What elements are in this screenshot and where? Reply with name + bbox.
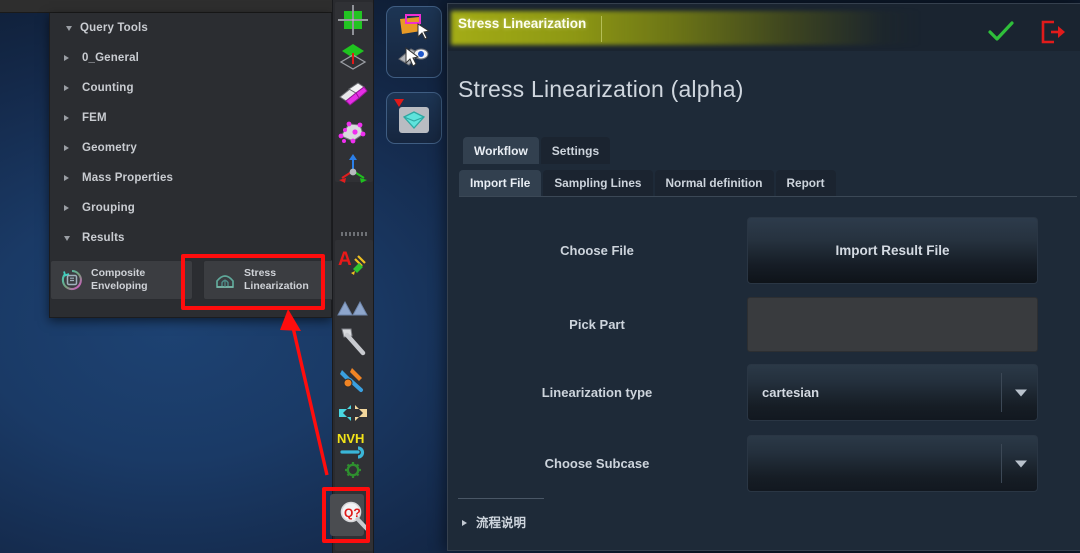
label-choose-subcase: Choose Subcase: [544, 456, 650, 471]
choose-subcase-dropdown[interactable]: [747, 435, 1038, 492]
tree-item-label: Geometry: [82, 142, 137, 154]
tab-normal-definition[interactable]: Normal definition: [654, 170, 774, 196]
chevron-right-icon[interactable]: [64, 205, 82, 211]
chevron-right-icon[interactable]: [64, 175, 82, 181]
tab-sampling-lines[interactable]: Sampling Lines: [543, 170, 653, 196]
tree-item-label: Mass Properties: [82, 172, 174, 184]
footer-separator: [458, 498, 544, 499]
stress-linearization-icon: [213, 268, 237, 292]
surfaces-icon[interactable]: [336, 77, 370, 111]
chevron-down-icon[interactable]: [64, 235, 82, 241]
chevron-right-icon[interactable]: [462, 513, 467, 531]
dropdown-separator: [1001, 373, 1002, 412]
svg-text:A: A: [338, 249, 352, 270]
tree-item-fem[interactable]: FEM: [50, 103, 331, 133]
form-row-choose-subcase: Choose Subcase: [447, 435, 1080, 492]
visualization-ribbon-tab[interactable]: [386, 92, 442, 144]
chevron-right-icon[interactable]: [64, 145, 82, 151]
chevron-right-icon[interactable]: [64, 55, 82, 61]
tree-item-label: Results: [82, 232, 125, 244]
process-description-label: 流程说明: [476, 516, 527, 530]
label-linearization-type: Linearization type: [541, 385, 653, 400]
selection-ribbon-tab[interactable]: [386, 6, 442, 78]
axis-triad-icon[interactable]: [336, 151, 370, 185]
sub-tab-bar: Import File Sampling Lines Normal defini…: [459, 170, 838, 196]
tree-item-label: Grouping: [82, 202, 135, 214]
results-item-group: Composite Enveloping Stress Linearizatio…: [50, 260, 346, 300]
tree-item-label: FEM: [82, 112, 107, 124]
tree-item-0_general[interactable]: 0_General: [50, 43, 331, 73]
chevron-down-icon[interactable]: [1015, 389, 1027, 396]
tree-item-results[interactable]: Results: [50, 223, 331, 253]
choose-subcase-control: [747, 435, 1038, 492]
tab-report[interactable]: Report: [775, 170, 836, 196]
check-icon[interactable]: [988, 21, 1014, 48]
tree-root-label: Query Tools: [80, 22, 148, 34]
tree-item-label: 0_General: [82, 52, 139, 64]
annotation-text-icon[interactable]: A: [336, 246, 370, 280]
pick-part-field[interactable]: [747, 297, 1038, 352]
tree-item-mass-properties[interactable]: Mass Properties: [50, 163, 331, 193]
chevron-right-icon[interactable]: [64, 85, 82, 91]
form-row-linearization-type: Linearization type cartesian: [447, 364, 1080, 421]
tree-item-counting[interactable]: Counting: [50, 73, 331, 103]
sub-tab-underline: [459, 196, 1077, 197]
dialog-title: Stress Linearization: [458, 16, 587, 31]
form-row-choose-file: Choose File Import Result File: [447, 217, 1080, 284]
exit-icon[interactable]: [1040, 20, 1066, 49]
page-title: Stress Linearization (alpha): [458, 76, 744, 102]
orange-plate-cursor-icon: [397, 13, 431, 41]
tab-import-file[interactable]: Import File: [459, 170, 542, 196]
tree-item-label: Counting: [82, 82, 134, 94]
import-result-file-button[interactable]: Import Result File: [747, 217, 1038, 284]
linearization-type-value: cartesian: [762, 385, 820, 400]
linearization-type-dropdown[interactable]: cartesian: [747, 364, 1038, 421]
linearization-type-control: cartesian: [747, 364, 1038, 421]
annotation-arrow: [280, 309, 329, 476]
menu-item-stress-linearization[interactable]: Stress Linearization: [203, 260, 346, 300]
tab-workflow[interactable]: Workflow: [463, 137, 539, 164]
pick-part-control: [747, 297, 1038, 352]
tree-item-geometry[interactable]: Geometry: [50, 133, 331, 163]
label-pick-part: Pick Part: [569, 317, 625, 332]
menu-item-label: Stress Linearization: [244, 267, 309, 292]
red-triangle-marker-icon: [393, 95, 405, 113]
chevron-down-icon[interactable]: [58, 25, 80, 31]
form-row-pick-part: Pick Part: [447, 297, 1080, 352]
title-separator: [601, 16, 602, 42]
import-result-file-control: Import Result File: [747, 217, 1038, 284]
label-choose-file: Choose File: [560, 243, 634, 258]
move-grid-icon[interactable]: [336, 3, 370, 37]
menu-item-composite-enveloping[interactable]: Composite Enveloping: [50, 260, 193, 300]
viewport-top-strip: [0, 0, 338, 13]
main-tab-bar: Workflow Settings: [463, 137, 612, 164]
menu-item-label: Composite Enveloping: [91, 267, 148, 292]
tree-item-grouping[interactable]: Grouping: [50, 193, 331, 223]
chevron-right-icon[interactable]: [64, 115, 82, 121]
tab-settings[interactable]: Settings: [540, 137, 611, 164]
process-description-section[interactable]: 流程说明: [462, 512, 526, 531]
dropdown-separator: [1001, 444, 1002, 483]
plane-icon[interactable]: [336, 40, 370, 74]
mask-eye-cursor-icon: [397, 43, 431, 71]
chevron-down-icon[interactable]: [1015, 460, 1027, 467]
tree-root-query-tools[interactable]: Query Tools: [50, 13, 331, 43]
nodes-icon[interactable]: [336, 114, 370, 148]
composite-enveloping-icon: [60, 268, 84, 292]
